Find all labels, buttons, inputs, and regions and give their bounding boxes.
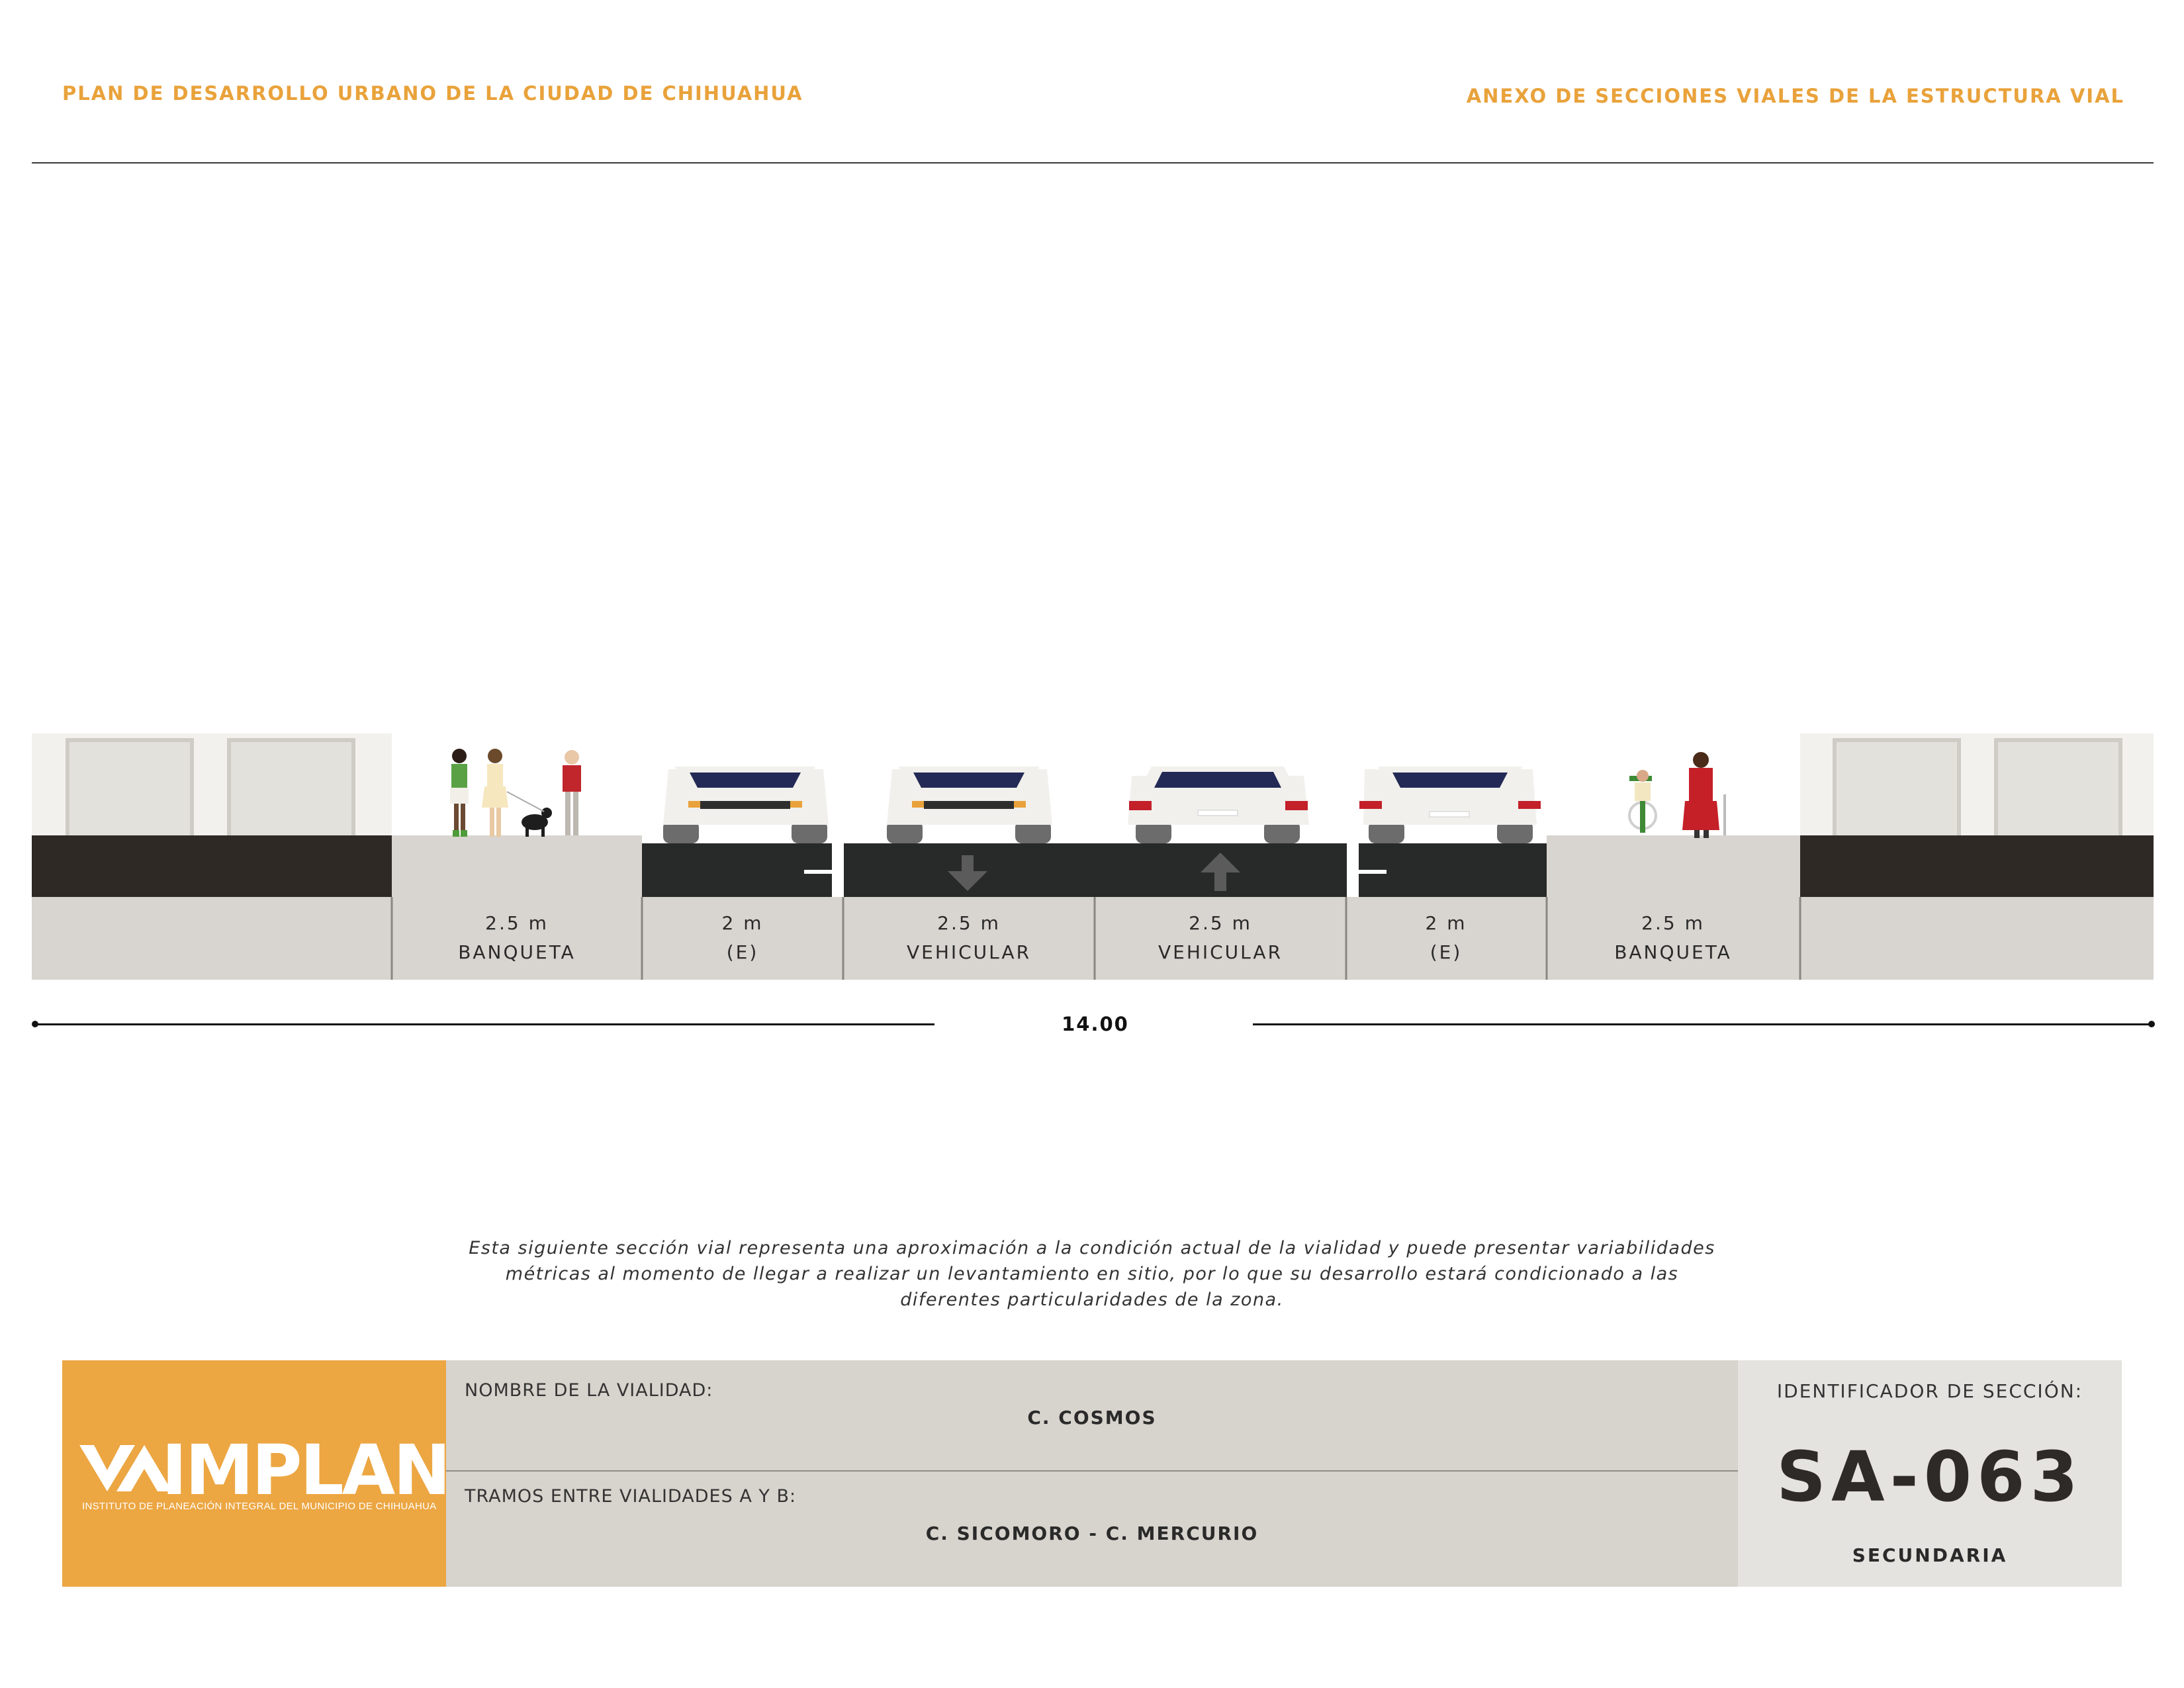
building-left bbox=[32, 733, 392, 897]
implan-mark-icon bbox=[79, 1445, 172, 1491]
asphalt bbox=[642, 843, 1547, 897]
car-front-2 bbox=[887, 767, 1052, 843]
title-block: IMPLAN INSTITUTO DE PLANEACIÓN INTEGRAL … bbox=[62, 1360, 2122, 1587]
segment-label-3: VEHICULAR bbox=[907, 941, 1031, 963]
logo-subtitle: INSTITUTO DE PLANEACIÓN INTEGRAL DEL MUN… bbox=[82, 1501, 437, 1512]
segment-width-2: 2 m bbox=[722, 912, 764, 934]
building-right bbox=[1800, 733, 2154, 897]
segment-value: C. SICOMORO - C. MERCURIO bbox=[925, 1523, 1259, 1544]
segment-width-5: 2 m bbox=[1426, 912, 1467, 934]
pedestrian-group-right bbox=[1628, 752, 1726, 838]
segment-label: TRAMOS ENTRE VIALIDADES A Y B: bbox=[465, 1486, 797, 1507]
car-front-1 bbox=[663, 767, 829, 843]
segment-width-6: 2.5 m bbox=[1641, 912, 1705, 934]
disclaimer-note: Esta siguiente sección vial representa u… bbox=[469, 1238, 1715, 1310]
road-cross-section: 2.5 m BANQUETA 2 m (E) 2.5 m VEHICULAR 2… bbox=[32, 733, 2154, 980]
segment-label-5: (E) bbox=[1430, 941, 1463, 963]
car-rear-1 bbox=[1128, 767, 1309, 843]
total-width-label: 14.00 bbox=[1062, 1013, 1129, 1035]
road-name-label: NOMBRE DE LA VIALIDAD: bbox=[465, 1380, 713, 1401]
segment-width-4: 2.5 m bbox=[1189, 912, 1252, 934]
implan-logo: IMPLAN INSTITUTO DE PLANEACIÓN INTEGRAL … bbox=[62, 1360, 451, 1587]
segment-label-2: (E) bbox=[727, 941, 759, 963]
section-id-label: IDENTIFICADOR DE SECCIÓN: bbox=[1776, 1380, 2083, 1402]
segment-width-3: 2.5 m bbox=[937, 912, 1001, 934]
section-id-panel: IDENTIFICADOR DE SECCIÓN: SA-063 SECUNDA… bbox=[1738, 1360, 2122, 1587]
pedestrian-group-left bbox=[450, 749, 581, 837]
dimension-line-left bbox=[34, 1023, 934, 1025]
dimension-line-right bbox=[1253, 1023, 2150, 1025]
logo-wordmark: IMPLAN bbox=[161, 1430, 451, 1511]
road-classification: SECUNDARIA bbox=[1852, 1544, 2008, 1566]
road-name-value: C. COSMOS bbox=[1027, 1407, 1157, 1429]
car-rear-2 bbox=[1359, 767, 1541, 843]
ground-strip bbox=[32, 897, 2154, 980]
panel-divider bbox=[446, 1470, 1738, 1472]
section-id: SA-063 bbox=[1776, 1436, 2083, 1517]
segment-label-4: VEHICULAR bbox=[1158, 941, 1283, 963]
dimension-end-dot bbox=[2148, 1021, 2155, 1027]
road-info-panel: NOMBRE DE LA VIALIDAD: C. COSMOS TRAMOS … bbox=[446, 1360, 1738, 1587]
segment-label-6: BANQUETA bbox=[1614, 941, 1732, 963]
segment-label-1: BANQUETA bbox=[458, 941, 576, 963]
segment-width-1: 2.5 m bbox=[485, 912, 549, 934]
